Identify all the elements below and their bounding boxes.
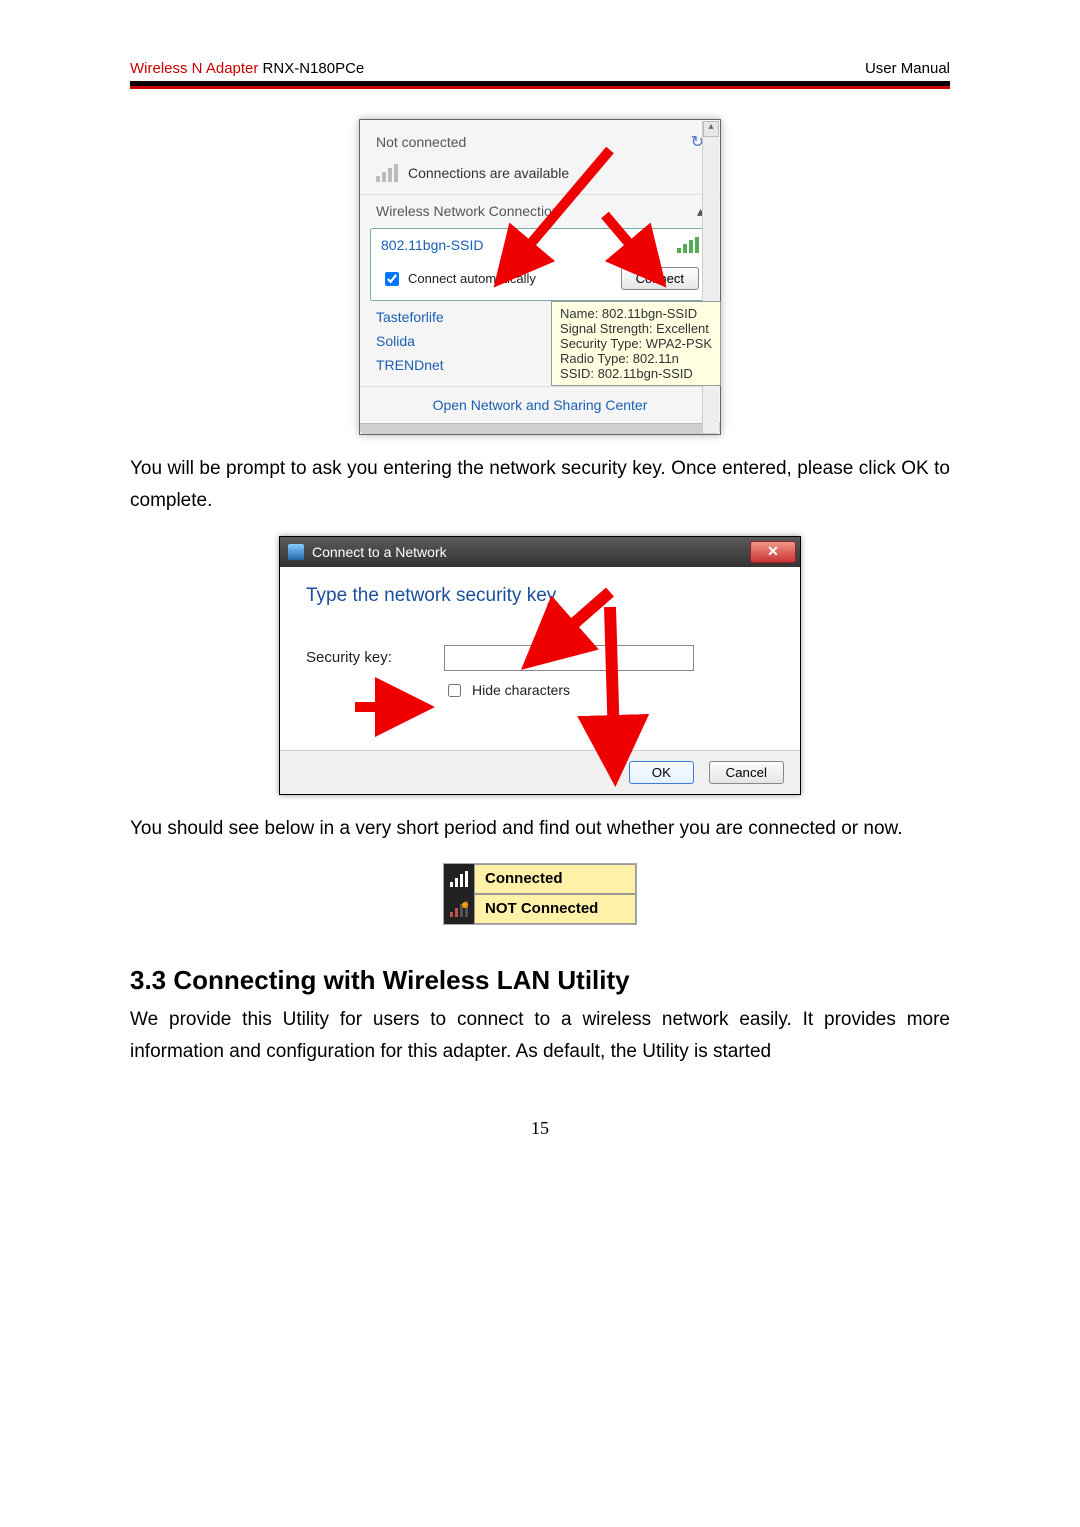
paragraph: We provide this Utility for users to con… (130, 1004, 950, 1069)
hide-chars-checkbox[interactable] (448, 684, 461, 697)
page-header: Wireless N Adapter RNX-N180PCe User Manu… (130, 60, 950, 81)
header-rule (130, 81, 950, 89)
figure-connect-dialog: Connect to a Network ✕ Type the network … (130, 536, 950, 795)
scroll-up-icon[interactable]: ▴ (703, 121, 719, 137)
selected-ssid-box[interactable]: 802.11bgn-SSID Connect automatically Con… (370, 228, 710, 301)
not-connected-tray-icon (444, 894, 474, 924)
ssid-name: 802.11bgn-SSID (381, 237, 483, 253)
tooltip-line: SSID: 802.11bgn-SSID (560, 366, 712, 381)
figure-network-flyout: ▴ Not connected ↻ Connections are availa… (130, 119, 950, 435)
dialog-titlebar: Connect to a Network ✕ (280, 537, 800, 567)
wnc-header: Wireless Network Connection (376, 203, 560, 220)
hide-chars-label: Hide characters (472, 682, 570, 698)
connected-tray-icon (444, 864, 474, 894)
ok-button[interactable]: OK (629, 761, 694, 784)
scrollbar[interactable]: ▴ (702, 121, 719, 433)
connect-auto-label: Connect automatically (408, 271, 536, 286)
header-left: Wireless N Adapter RNX-N180PCe (130, 60, 364, 77)
security-key-input[interactable] (444, 645, 694, 671)
signal-bars-icon (376, 164, 398, 182)
product-series: Wireless N Adapter (130, 60, 258, 77)
tooltip-line: Signal Strength: Excellent (560, 321, 712, 336)
section-heading: 3.3 Connecting with Wireless LAN Utility (130, 965, 950, 996)
product-model: RNX-N180PCe (258, 60, 364, 77)
page-number: 15 (130, 1118, 950, 1139)
network-item[interactable]: TRENDnet (376, 353, 535, 377)
dialog-title: Connect to a Network (312, 544, 447, 560)
paragraph: You will be prompt to ask you entering t… (130, 453, 950, 518)
connected-label: Connected (474, 864, 636, 894)
network-icon (288, 544, 304, 560)
network-item[interactable]: Solida (376, 329, 535, 353)
open-sharing-center-link[interactable]: Open Network and Sharing Center (360, 387, 720, 423)
close-button[interactable]: ✕ (750, 541, 796, 563)
connect-auto-input[interactable] (385, 272, 399, 286)
header-right: User Manual (865, 60, 950, 77)
not-connected-label: NOT Connected (474, 894, 636, 924)
connections-available-label: Connections are available (408, 165, 569, 181)
dialog-footer: OK Cancel (280, 750, 800, 794)
signal-strength-icon (677, 237, 699, 253)
connect-dialog: Connect to a Network ✕ Type the network … (279, 536, 801, 795)
network-list: Tasteforlife Solida TRENDnet (360, 301, 551, 379)
status-stack: Connected NOT Connected (443, 863, 637, 925)
tooltip-line: Security Type: WPA2-PSK (560, 336, 712, 351)
security-key-label: Security key: (306, 649, 426, 666)
figure-connection-status: Connected NOT Connected (130, 863, 950, 925)
cancel-button[interactable]: Cancel (709, 761, 785, 784)
network-item[interactable]: Tasteforlife (376, 305, 535, 329)
not-connected-label: Not connected (376, 134, 466, 150)
flyout-footer (360, 423, 720, 434)
connect-button[interactable]: Connect (621, 267, 699, 290)
manual-page: Wireless N Adapter RNX-N180PCe User Manu… (0, 0, 1080, 1179)
network-tooltip: Name: 802.11bgn-SSID Signal Strength: Ex… (551, 301, 721, 386)
paragraph: You should see below in a very short per… (130, 813, 950, 845)
close-icon: ✕ (767, 543, 779, 560)
win-network-flyout: ▴ Not connected ↻ Connections are availa… (359, 119, 721, 435)
dialog-heading: Type the network security key (306, 585, 774, 607)
connect-auto-checkbox[interactable]: Connect automatically (381, 269, 536, 289)
tooltip-line: Radio Type: 802.11n (560, 351, 712, 366)
tooltip-line: Name: 802.11bgn-SSID (560, 306, 712, 321)
